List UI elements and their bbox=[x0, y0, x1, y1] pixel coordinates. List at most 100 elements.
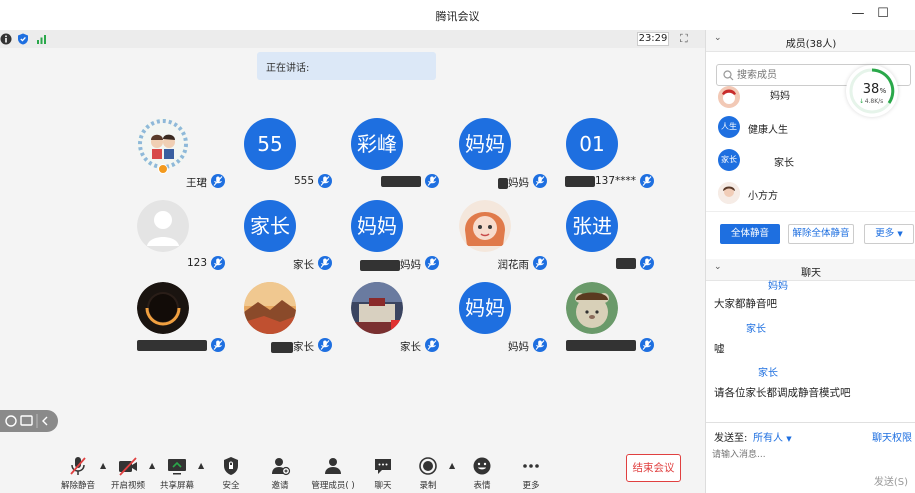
member-name: 妈妈 bbox=[770, 91, 790, 102]
chat-sender: 家长 bbox=[758, 368, 778, 379]
signal-icon[interactable] bbox=[36, 33, 48, 45]
participant-tile[interactable] bbox=[532, 282, 654, 362]
member-item[interactable]: 人生 健康人生 bbox=[718, 116, 908, 142]
participant-tile[interactable]: 55 555 bbox=[210, 118, 332, 198]
participant-name: 555 bbox=[210, 175, 314, 189]
participant-name: 润花雨 bbox=[425, 257, 530, 271]
participant-tile[interactable]: 彩峰 bbox=[317, 118, 439, 198]
participant-tile[interactable]: 张进 bbox=[532, 200, 654, 280]
more-button[interactable]: 更多 bbox=[505, 455, 557, 491]
member-name: 小方方 bbox=[748, 191, 778, 202]
sidebar-handle[interactable] bbox=[0, 410, 58, 432]
share-screen-label: 共享屏幕 bbox=[159, 481, 194, 491]
participant-name: 妈妈 bbox=[425, 339, 529, 353]
chat-sender: 妈妈 bbox=[768, 281, 788, 292]
send-to-selector[interactable]: 所有人 ▼ bbox=[753, 429, 792, 444]
share-screen-button[interactable]: 共享屏幕 bbox=[151, 455, 203, 491]
participant-tile[interactable]: 家长 bbox=[210, 282, 332, 362]
participant-tile[interactable]: 家长 bbox=[317, 282, 439, 362]
participant-name bbox=[103, 339, 207, 353]
participant-name: 家长 bbox=[317, 339, 421, 353]
member-item[interactable]: 小方方 bbox=[718, 182, 908, 208]
security-button[interactable]: 安全 bbox=[205, 455, 257, 491]
participant-name: 123 bbox=[103, 257, 207, 271]
record-options-caret[interactable]: ▲ bbox=[449, 461, 455, 470]
participant-avatar bbox=[459, 200, 511, 252]
members-icon bbox=[325, 458, 341, 474]
participant-tile[interactable]: 妈妈 妈妈 bbox=[425, 118, 547, 198]
member-avatar: 家长 bbox=[718, 149, 740, 171]
participant-tile[interactable] bbox=[103, 282, 225, 362]
participant-avatar: 01 bbox=[566, 118, 618, 170]
start-video-button[interactable]: 开启视频 bbox=[102, 455, 154, 491]
chat-permission-link[interactable]: 聊天权限 bbox=[872, 429, 912, 444]
speaking-indicator: 正在讲话: bbox=[257, 52, 436, 80]
participant-avatar: 彩峰 bbox=[351, 118, 403, 170]
redacted-name-block bbox=[271, 341, 293, 353]
participant-avatar bbox=[137, 118, 189, 170]
shield-icon[interactable] bbox=[17, 33, 29, 45]
app-window: 腾讯会议 — ☐ 23:29 ⛶ 正在讲话: 王珺 55 555 彩峰 妈妈 妈妈 01 13… bbox=[0, 0, 915, 493]
mic-muted-icon bbox=[640, 338, 654, 352]
maximize-button[interactable]: ☐ bbox=[875, 6, 891, 22]
participant-name-text: 妈妈 bbox=[508, 177, 529, 189]
security-shield-icon bbox=[224, 457, 238, 475]
mute-all-button[interactable]: 全体静音 bbox=[720, 224, 780, 244]
participant-tile[interactable]: 妈妈 妈妈 bbox=[317, 200, 439, 280]
participant-avatar: 55 bbox=[244, 118, 296, 170]
members-more-label: 更多 bbox=[875, 228, 895, 239]
participant-tile[interactable]: 家长 家长 bbox=[210, 200, 332, 280]
emoji-button[interactable]: 表情 bbox=[456, 455, 508, 491]
member-avatar bbox=[718, 86, 740, 108]
participant-tile[interactable]: 妈妈 妈妈 bbox=[425, 282, 547, 362]
send-to-value: 所有人 bbox=[753, 433, 783, 444]
gauge-speed: 4.8K/s bbox=[865, 98, 884, 105]
invite-button[interactable]: 邀请 bbox=[254, 455, 306, 491]
end-meeting-button[interactable]: 结束会议 bbox=[626, 454, 681, 482]
more-label: 更多 bbox=[522, 481, 540, 491]
participant-tile[interactable]: 01 137**** bbox=[532, 118, 654, 198]
view-toggle-icon bbox=[5, 414, 48, 428]
send-button[interactable]: 发送(S) bbox=[874, 473, 908, 488]
mic-muted-icon bbox=[640, 174, 654, 188]
member-avatar: 人生 bbox=[718, 116, 740, 138]
participant-tile[interactable]: 123 bbox=[103, 200, 225, 280]
mic-muted-icon bbox=[640, 256, 654, 270]
meeting-timer: 23:29 bbox=[637, 32, 669, 46]
participant-name bbox=[532, 257, 636, 271]
redacted-name-block bbox=[564, 175, 595, 187]
right-panel: ⌄ 成员(38人) 妈妈 人生 健康人生 家长 家长 小方方 bbox=[705, 30, 915, 493]
participant-name-text: 妈妈 bbox=[400, 259, 421, 271]
member-avatar bbox=[718, 182, 740, 204]
search-input[interactable] bbox=[737, 68, 857, 82]
record-button[interactable]: 录制 bbox=[402, 455, 454, 491]
members-header[interactable]: ⌄ 成员(38人) bbox=[706, 30, 915, 52]
participant-avatar bbox=[351, 282, 403, 334]
unmute-all-button[interactable]: 解除全体静音 bbox=[788, 224, 854, 244]
record-label: 录制 bbox=[419, 481, 437, 491]
chat-sender: 家长 bbox=[746, 324, 766, 335]
gauge-ring-icon: 38 % 4.8K/s ↓ bbox=[849, 68, 895, 114]
manage-members-button[interactable]: 管理成员( ) bbox=[305, 455, 361, 491]
participant-tile[interactable]: 润花雨 bbox=[425, 200, 547, 280]
status-bar: 23:29 ⛶ bbox=[0, 30, 705, 48]
member-item[interactable]: 家长 家长 bbox=[718, 149, 908, 175]
info-icon[interactable] bbox=[0, 33, 12, 45]
minimize-button[interactable]: — bbox=[850, 6, 866, 22]
redacted-name-block bbox=[616, 257, 636, 269]
participant-avatar: 妈妈 bbox=[351, 200, 403, 252]
participant-name-text: 妈妈 bbox=[508, 341, 529, 353]
unmute-button[interactable]: 解除静音 bbox=[52, 455, 104, 491]
fullscreen-icon[interactable]: ⛶ bbox=[680, 32, 688, 46]
chat-input[interactable] bbox=[712, 447, 902, 463]
participant-avatar: 妈妈 bbox=[459, 282, 511, 334]
share-options-caret[interactable]: ▲ bbox=[198, 461, 204, 470]
participant-name bbox=[532, 339, 636, 353]
participant-name-text: 王珺 bbox=[186, 177, 207, 189]
record-icon bbox=[419, 457, 437, 475]
invite-label: 邀请 bbox=[271, 481, 289, 491]
caret-down-icon: ▼ bbox=[897, 230, 903, 238]
members-more-button[interactable]: 更多 ▼ bbox=[864, 224, 914, 244]
chat-header[interactable]: ⌄ 聊天 bbox=[706, 259, 915, 281]
participant-tile[interactable]: 王珺 bbox=[103, 118, 225, 198]
